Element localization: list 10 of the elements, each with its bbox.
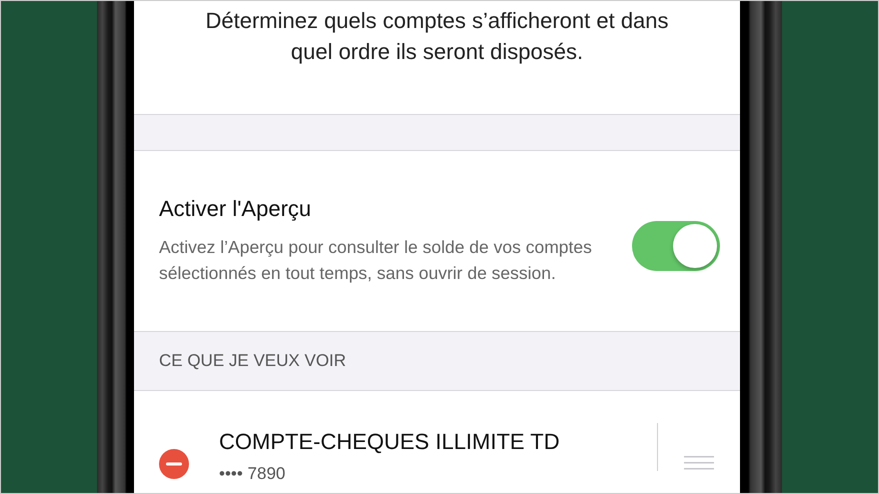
- account-name: COMPTE-CHEQUES ILLIMITE TD: [219, 429, 561, 455]
- toggle-switch[interactable]: [632, 221, 720, 271]
- drag-handle-icon[interactable]: [684, 454, 714, 470]
- setting-description: Activez l’Aperçu pour consulter le solde de vos comptes sélectionnés en tout temps, sans ouvrir de session.: [159, 236, 593, 285]
- setting-title: Activer l'Aperçu: [159, 196, 312, 222]
- account-row[interactable]: COMPTE-CHEQUES ILLIMITE TD •••• 7890: [134, 391, 740, 484]
- intro-text: Déterminez quels comptes s’afficheront et dans quel ordre ils seront disposés.: [204, 7, 670, 66]
- section-header-label: CE QUE JE VEUX VOIR: [159, 351, 346, 371]
- account-number: •••• 7890: [219, 464, 286, 484]
- remove-icon[interactable]: [159, 448, 189, 478]
